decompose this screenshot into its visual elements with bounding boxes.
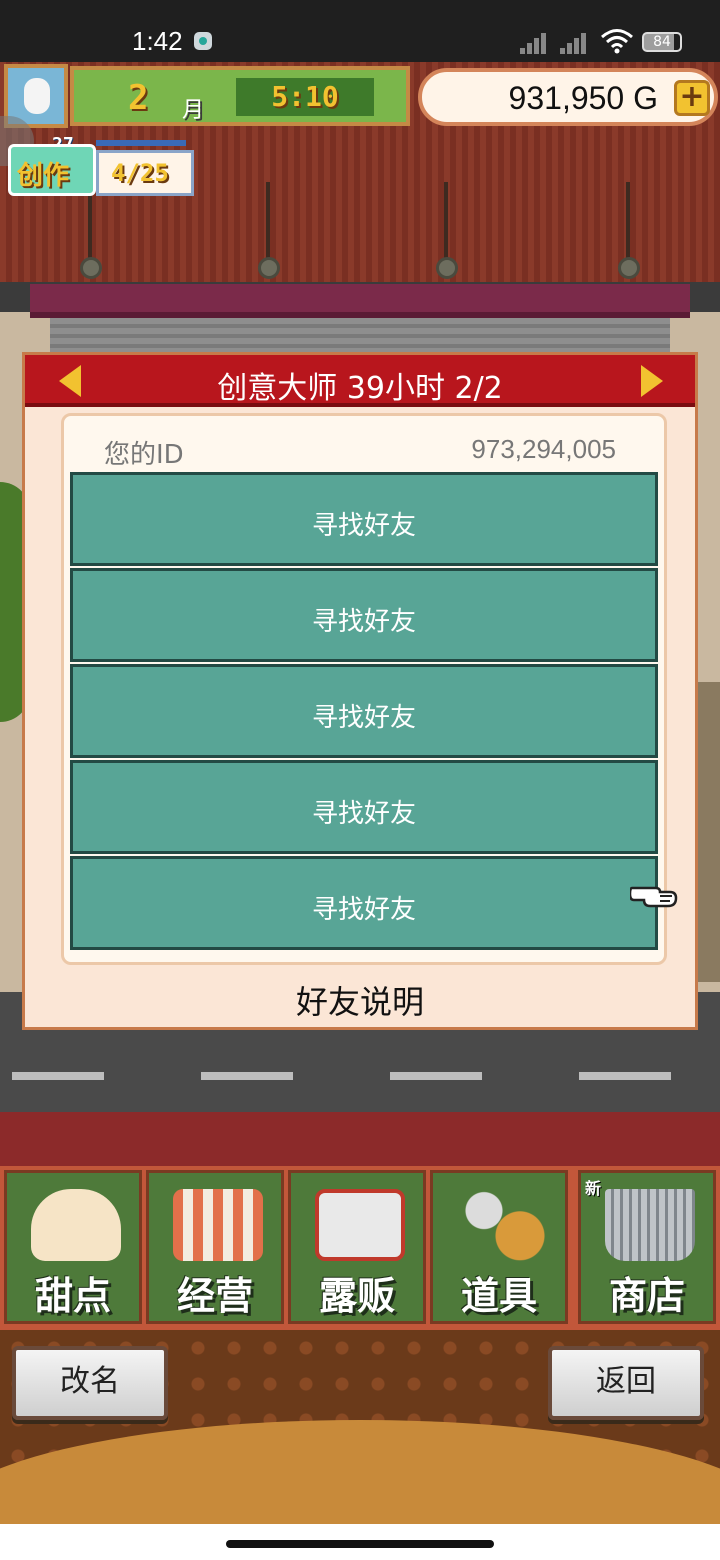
main-menu-bar: 甜点 经营 露贩 道具 新 商店 xyxy=(0,1166,720,1330)
status-time: 1:42 xyxy=(132,26,183,56)
menu-label: 经营 xyxy=(176,1274,253,1318)
rename-button[interactable]: 改名 xyxy=(12,1346,168,1420)
add-gold-button[interactable]: + xyxy=(674,80,710,116)
shop-icon xyxy=(173,1189,263,1261)
find-friend-button[interactable]: 寻找好友 xyxy=(70,472,658,566)
cake-icon xyxy=(31,1189,121,1261)
menu-food-truck-button[interactable]: 露贩 xyxy=(288,1170,426,1324)
items-bag-icon xyxy=(457,1189,547,1261)
lamp-icon xyxy=(80,257,102,279)
date-panel: 2 月 5:10 xyxy=(70,66,410,126)
signal-icon xyxy=(520,30,554,54)
lamp-icon xyxy=(436,257,458,279)
gold-panel: 931,950 G + xyxy=(418,68,718,126)
find-friend-button[interactable]: 寻找好友 xyxy=(70,568,658,662)
month-number: 2 xyxy=(128,78,149,118)
create-progress: 4/25 xyxy=(111,159,169,187)
cart-icon xyxy=(605,1189,695,1261)
dialog-title: 创意大师 39小时 2/2 xyxy=(217,371,503,406)
gold-amount: 931,950 G xyxy=(508,80,658,116)
decor-band xyxy=(0,1112,720,1166)
menu-items-button[interactable]: 道具 xyxy=(430,1170,568,1324)
food-truck-icon xyxy=(315,1189,405,1261)
wifi-icon xyxy=(601,29,633,54)
create-label: 创作 xyxy=(17,161,70,191)
find-friend-button[interactable]: 寻找好友 xyxy=(70,856,658,950)
battery-icon: 84 xyxy=(642,32,682,52)
clock-box: 5:10 xyxy=(236,78,374,116)
new-badge: 新 xyxy=(585,1179,602,1198)
menu-business-button[interactable]: 经营 xyxy=(146,1170,284,1324)
create-level-bar xyxy=(96,140,186,146)
signal-icon-2 xyxy=(560,30,594,54)
app-notification-icon xyxy=(194,32,212,50)
find-friend-label: 寻找好友 xyxy=(311,607,416,637)
user-id-value: 973,294,005 xyxy=(471,434,616,464)
next-arrow-icon[interactable] xyxy=(641,365,663,397)
home-gesture-handle[interactable] xyxy=(226,1540,494,1548)
shop-awning xyxy=(30,284,690,318)
friend-help-button[interactable]: 好友说明 xyxy=(25,977,695,1023)
dialog-header: 创意大师 39小时 2/2 xyxy=(25,355,695,407)
customer-figure xyxy=(695,682,720,982)
create-badge[interactable]: 创作 xyxy=(8,144,96,196)
create-progress-box: 4/25 xyxy=(96,150,194,196)
menu-label: 露贩 xyxy=(318,1274,395,1318)
menu-store-button[interactable]: 新 商店 xyxy=(578,1170,716,1324)
status-bar: 1:42 84 xyxy=(0,0,720,62)
lamp-icon xyxy=(618,257,640,279)
find-friend-label: 寻找好友 xyxy=(311,511,416,541)
find-friend-label: 寻找好友 xyxy=(311,703,416,733)
clock-time: 5:10 xyxy=(271,80,339,113)
friend-list-panel: 您的ID 973,294,005 寻找好友 寻找好友 寻找好友 寻找好友 寻找好… xyxy=(61,413,667,965)
find-friend-label: 寻找好友 xyxy=(311,799,416,829)
user-id-label: 您的ID xyxy=(104,440,184,470)
back-button[interactable]: 返回 xyxy=(548,1346,704,1420)
find-friend-button[interactable]: 寻找好友 xyxy=(70,664,658,758)
pointing-hand-icon xyxy=(630,886,678,908)
month-unit: 月 xyxy=(182,98,205,123)
menu-label: 甜点 xyxy=(34,1274,111,1318)
find-friend-label: 寻找好友 xyxy=(311,895,416,925)
menu-label: 道具 xyxy=(460,1274,537,1318)
friends-dialog: 创意大师 39小时 2/2 您的ID 973,294,005 寻找好友 寻找好友… xyxy=(22,352,698,1030)
menu-dessert-button[interactable]: 甜点 xyxy=(4,1170,142,1324)
menu-label: 商店 xyxy=(608,1274,685,1318)
lamp-icon xyxy=(258,257,280,279)
find-friend-button[interactable]: 寻找好友 xyxy=(70,760,658,854)
